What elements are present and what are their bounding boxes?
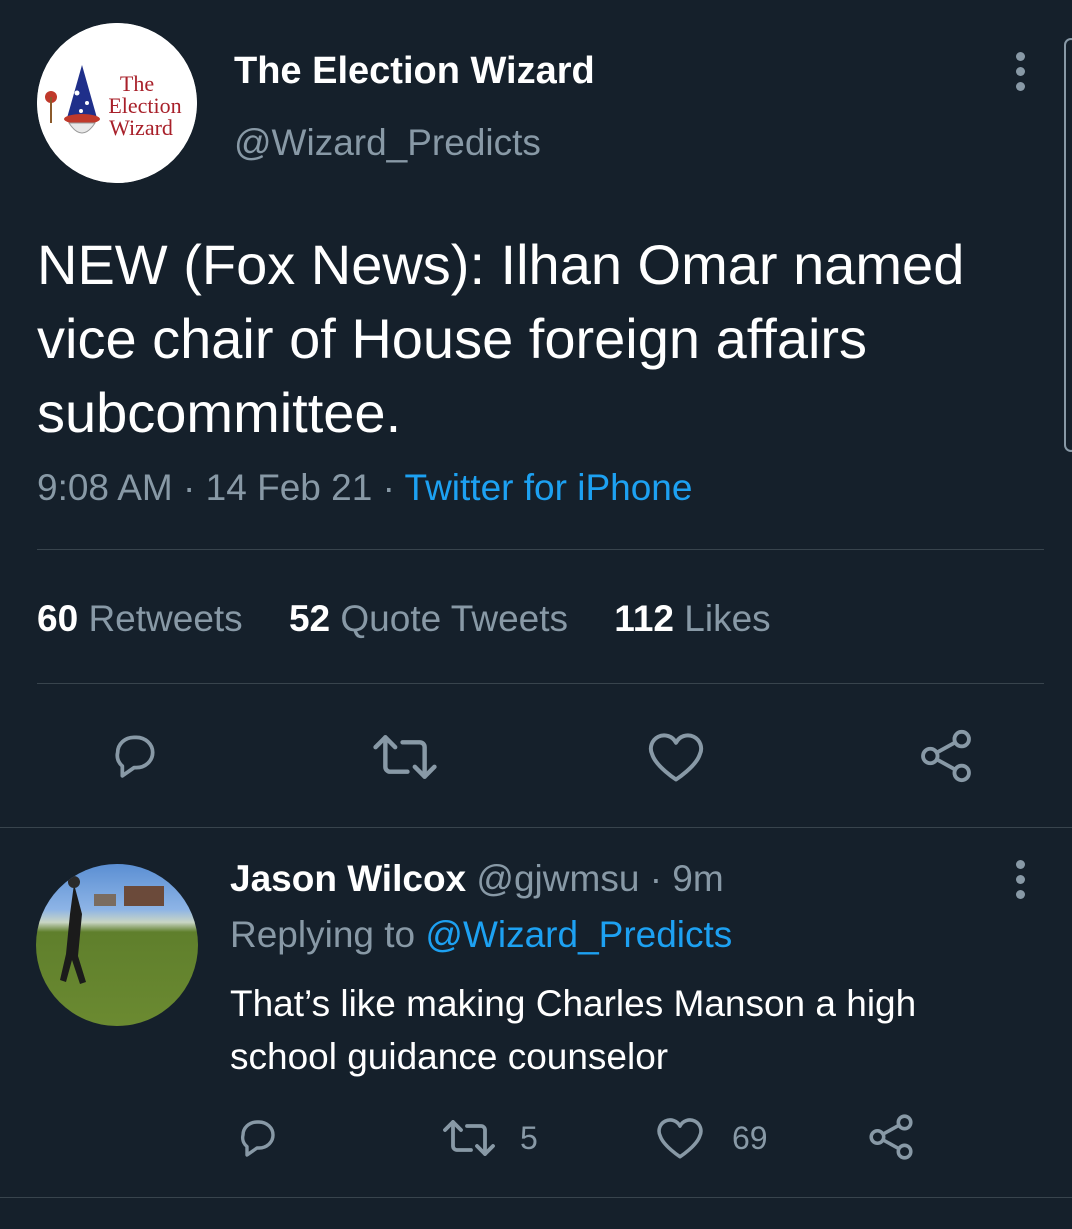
more-options-icon[interactable] [1014, 52, 1026, 96]
divider [0, 1197, 1072, 1198]
replying-to: Replying to @Wizard_Predicts [230, 914, 732, 956]
quote-tweets-stat[interactable]: 52 Quote Tweets [289, 598, 568, 639]
tweet-source-link[interactable]: Twitter for iPhone [405, 467, 693, 508]
reply-retweet-count: 5 [520, 1120, 538, 1156]
author-handle[interactable]: @Wizard_Predicts [234, 122, 541, 164]
tweet-date: 14 Feb 21 [205, 467, 373, 508]
divider [37, 683, 1044, 684]
retweets-stat[interactable]: 60 Retweets [37, 598, 243, 639]
reply-share-icon[interactable] [866, 1112, 916, 1162]
share-icon[interactable] [916, 727, 976, 785]
retweets-label: Retweets [88, 598, 243, 639]
reply-author-avatar[interactable] [36, 864, 198, 1026]
tweet-text: NEW (Fox News): Ilhan Omar named vice ch… [37, 233, 965, 444]
author-name[interactable]: The Election Wizard [234, 50, 595, 93]
reply-author-name[interactable]: Jason Wilcox [230, 858, 466, 899]
golfer-photo [60, 876, 164, 984]
reply-reply-icon[interactable] [232, 1114, 282, 1162]
divider [0, 827, 1072, 828]
scrollbar-thumb[interactable] [1064, 38, 1072, 452]
like-icon[interactable] [646, 729, 706, 785]
reply-like-count: 69 [732, 1120, 768, 1156]
reply-author-handle[interactable]: @gjwmsu [476, 858, 639, 899]
quotes-count: 52 [288, 598, 331, 639]
retweets-count: 60 [37, 598, 79, 639]
tweet-stats: 60 Retweets 52 Quote Tweets 112 Likes [37, 598, 807, 640]
reply-icon[interactable] [104, 728, 164, 784]
tweet-meta: 9:08 AM · 14 Feb 21 · Twitter for iPhone [37, 467, 692, 509]
likes-stat[interactable]: 112 Likes [614, 598, 770, 639]
meta-separator: · [183, 467, 196, 508]
svg-text:Wizard: Wizard [109, 115, 173, 140]
replying-prefix: Replying to [230, 914, 416, 955]
reply-header: Jason Wilcox @gjwmsu · 9m [230, 858, 724, 900]
meta-separator: · [382, 467, 395, 508]
author-avatar[interactable]: The Election Wizard [37, 23, 197, 183]
reply-like-icon[interactable] [655, 1114, 705, 1162]
election-wizard-logo: The Election Wizard [37, 23, 197, 183]
reply-time: 9m [672, 858, 724, 899]
reply-text: That’s like making Charles Manson a high… [230, 983, 917, 1077]
replying-handle-link[interactable]: @Wizard_Predicts [425, 914, 732, 955]
divider [37, 549, 1044, 550]
reply-separator: · [649, 858, 663, 899]
tweet-time: 9:08 AM [37, 467, 173, 508]
likes-label: Likes [684, 598, 771, 639]
more-options-icon[interactable] [1014, 860, 1026, 904]
likes-count: 112 [614, 598, 674, 639]
reply-retweet-icon[interactable] [440, 1116, 498, 1160]
retweet-icon[interactable] [370, 730, 440, 784]
quotes-label: Quote Tweets [340, 598, 569, 639]
